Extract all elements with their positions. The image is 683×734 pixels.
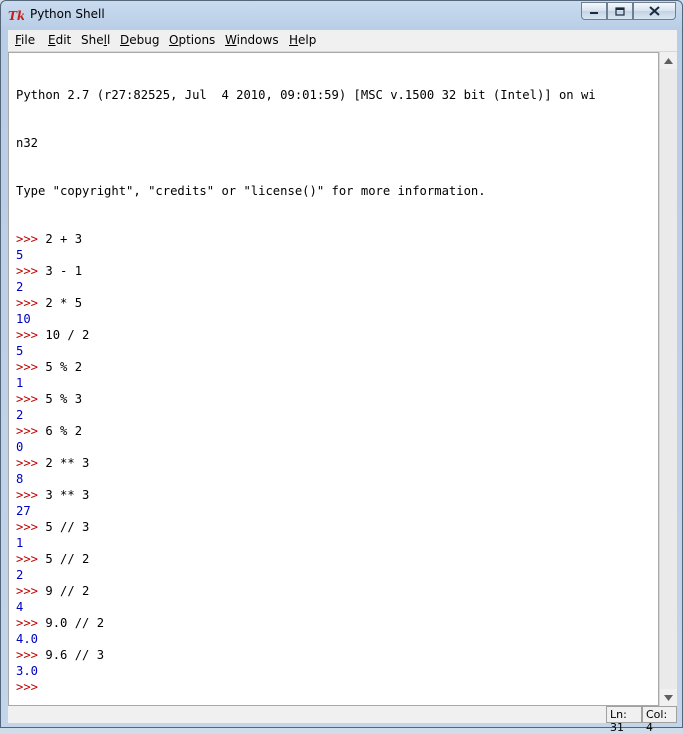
menu-shell-rest: l bbox=[106, 33, 111, 47]
window-controls bbox=[581, 2, 676, 21]
shell-input: 10 / 2 bbox=[45, 328, 90, 342]
tk-feather-icon: Tk bbox=[8, 9, 24, 22]
shell-output-line: 4.0 bbox=[16, 632, 39, 646]
shell-input: 5 % 2 bbox=[45, 360, 83, 374]
prompt-marker: >>> bbox=[16, 264, 39, 278]
shell-output-line: 0 bbox=[16, 440, 24, 454]
shell-text-area[interactable]: Python 2.7 (r27:82525, Jul 4 2010, 09:01… bbox=[8, 52, 659, 706]
shell-input-line: >>> 2 + 3 bbox=[16, 231, 596, 247]
shell-input-line: >>> 6 % 2 bbox=[16, 423, 596, 439]
minimize-button[interactable] bbox=[581, 2, 607, 20]
shell-output-line: 1 bbox=[16, 536, 24, 550]
shell-output-line: 5 bbox=[16, 248, 24, 262]
menu-debug[interactable]: Debug bbox=[120, 33, 159, 47]
prompt-marker: >>> bbox=[16, 648, 39, 662]
shell-output-line: 2 bbox=[16, 408, 24, 422]
line-indicator: Ln: 31 bbox=[606, 706, 642, 734]
shell-output-line: 5 bbox=[16, 344, 24, 358]
prompt-marker: >>> bbox=[16, 552, 39, 566]
shell-input-line: >>> 9 // 2 bbox=[16, 583, 596, 599]
shell-output-line: 1 bbox=[16, 376, 24, 390]
shell-input: 2 + 3 bbox=[45, 232, 83, 246]
shell-input: 2 ** 3 bbox=[45, 456, 90, 470]
menu-file[interactable]: File bbox=[15, 33, 35, 47]
banner-line: Type "copyright", "credits" or "license(… bbox=[16, 184, 486, 198]
banner-line: n32 bbox=[16, 136, 39, 150]
menu-options[interactable]: Options bbox=[169, 33, 215, 47]
shell-output-line: 2 bbox=[16, 280, 24, 294]
shell-output-line: 27 bbox=[16, 504, 31, 518]
shell-input-line: >>> 10 / 2 bbox=[16, 327, 596, 343]
prompt-marker: >>> bbox=[16, 232, 39, 246]
shell-input-line: >>> 9.0 // 2 bbox=[16, 615, 596, 631]
menu-windows[interactable]: Windows bbox=[225, 33, 279, 47]
shell-input-line: >>> 9.6 // 3 bbox=[16, 647, 596, 663]
prompt-marker: >>> bbox=[16, 296, 39, 310]
shell-output-line: 10 bbox=[16, 312, 31, 326]
close-button[interactable] bbox=[633, 2, 676, 20]
prompt-marker: >>> bbox=[16, 616, 39, 630]
svg-text:Tk: Tk bbox=[8, 9, 24, 22]
title-bar[interactable]: Tk Python Shell bbox=[1, 1, 682, 29]
shell-input: 5 // 3 bbox=[45, 520, 90, 534]
menu-file-rest: ile bbox=[21, 33, 36, 47]
vertical-scrollbar[interactable] bbox=[659, 52, 677, 706]
window-title: Python Shell bbox=[30, 7, 105, 21]
prompt-marker: >>> bbox=[16, 424, 39, 438]
menu-help-rest: elp bbox=[298, 33, 317, 47]
prompt-marker: >>> bbox=[16, 360, 39, 374]
prompt-marker: >>> bbox=[16, 392, 39, 406]
prompt-marker: >>> bbox=[16, 584, 39, 598]
prompt-marker: >>> bbox=[16, 456, 39, 470]
shell-output-line: 2 bbox=[16, 568, 24, 582]
shell-input: 3 - 1 bbox=[45, 264, 83, 278]
prompt-marker: >>> bbox=[16, 328, 39, 342]
menu-shell[interactable]: Shell bbox=[81, 33, 110, 47]
status-bar: Ln: 31 Col: 4 bbox=[8, 706, 677, 734]
menu-debug-rest: ebug bbox=[129, 33, 160, 47]
shell-input-line: >>> 5 % 3 bbox=[16, 391, 596, 407]
prompt-marker: >>> bbox=[16, 520, 39, 534]
menu-shell-pre: She bbox=[81, 33, 104, 47]
shell-output-line: 8 bbox=[16, 472, 24, 486]
shell-input: 5 % 3 bbox=[45, 392, 83, 406]
maximize-icon bbox=[615, 6, 625, 16]
menu-bar: File Edit Shell Debug Options Windows He… bbox=[8, 30, 677, 52]
scroll-up-button[interactable] bbox=[660, 52, 677, 69]
shell-input: 2 * 5 bbox=[45, 296, 83, 310]
banner-line: Python 2.7 (r27:82525, Jul 4 2010, 09:01… bbox=[16, 88, 596, 102]
column-indicator: Col: 4 bbox=[642, 706, 677, 734]
shell-input-line: >>> 3 ** 3 bbox=[16, 487, 596, 503]
arrow-up-icon bbox=[664, 57, 673, 64]
shell-output: Python 2.7 (r27:82525, Jul 4 2010, 09:01… bbox=[16, 55, 596, 695]
shell-input-line: >>> 2 * 5 bbox=[16, 295, 596, 311]
menu-edit[interactable]: Edit bbox=[48, 33, 71, 47]
shell-input-line: >>> 5 // 3 bbox=[16, 519, 596, 535]
shell-input-line: >>> 2 ** 3 bbox=[16, 455, 596, 471]
minimize-icon bbox=[590, 12, 598, 14]
active-prompt[interactable]: >>> bbox=[16, 679, 596, 695]
arrow-down-icon bbox=[664, 694, 673, 701]
shell-input: 3 ** 3 bbox=[45, 488, 90, 502]
shell-input-line: >>> 5 // 2 bbox=[16, 551, 596, 567]
menu-windows-rest: indows bbox=[236, 33, 279, 47]
menu-options-rest: ptions bbox=[178, 33, 216, 47]
scroll-down-button[interactable] bbox=[660, 689, 677, 706]
maximize-button[interactable] bbox=[607, 2, 633, 20]
menu-edit-rest: dit bbox=[55, 33, 72, 47]
shell-input-line: >>> 5 % 2 bbox=[16, 359, 596, 375]
menu-help[interactable]: Help bbox=[289, 33, 316, 47]
shell-input-line: >>> 3 - 1 bbox=[16, 263, 596, 279]
prompt-marker: >>> bbox=[16, 488, 39, 502]
shell-input: 5 // 2 bbox=[45, 552, 90, 566]
shell-input: 9.0 // 2 bbox=[45, 616, 105, 630]
shell-input: 6 % 2 bbox=[45, 424, 83, 438]
shell-input: 9 // 2 bbox=[45, 584, 90, 598]
shell-output-line: 3.0 bbox=[16, 664, 39, 678]
shell-input: 9.6 // 3 bbox=[45, 648, 105, 662]
python-shell-window: Tk Python Shell File Edit Shell Debug Op… bbox=[0, 0, 683, 734]
shell-output-line: 4 bbox=[16, 600, 24, 614]
close-icon bbox=[649, 6, 660, 16]
